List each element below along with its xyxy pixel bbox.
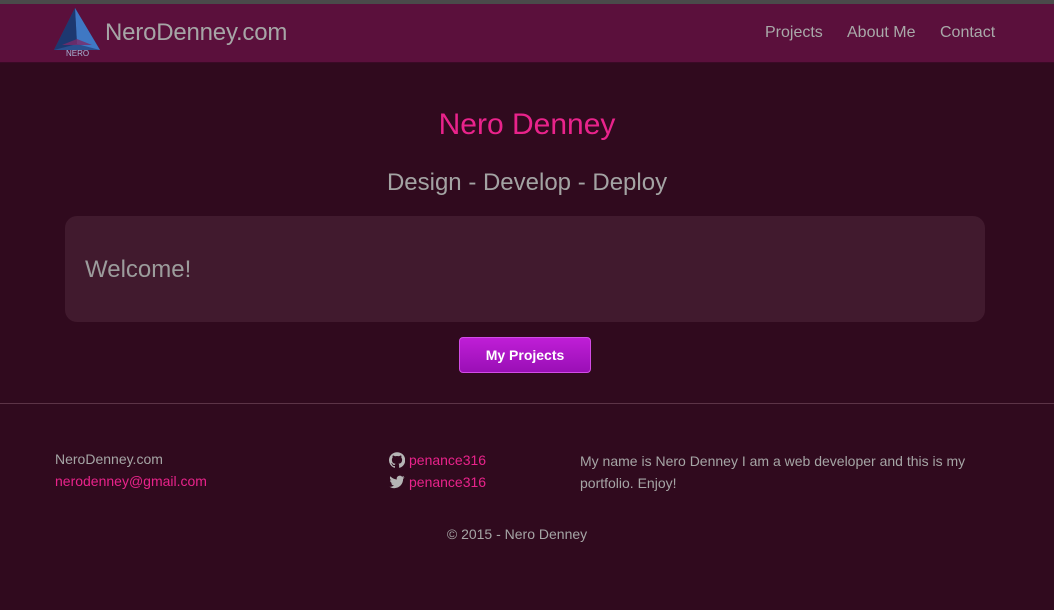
copyright: © 2015 - Nero Denney: [446, 526, 588, 542]
twitter-username[interactable]: penance316: [409, 474, 486, 490]
nav-projects[interactable]: Projects: [765, 24, 823, 42]
brand-name: NeroDenney.com: [105, 19, 288, 46]
nav-contact[interactable]: Contact: [940, 24, 995, 42]
my-projects-button[interactable]: My Projects: [459, 337, 591, 373]
github-icon: [389, 452, 405, 468]
welcome-text: Welcome!: [85, 256, 192, 283]
footer-site-name: NeroDenney.com: [55, 451, 163, 467]
nero-logo-icon: NERO: [54, 8, 100, 58]
about-text: My name is Nero Denney I am a web develo…: [580, 453, 966, 491]
github-link-row[interactable]: penance316: [389, 452, 486, 468]
github-username[interactable]: penance316: [409, 452, 486, 468]
navbar: NERO NeroDenney.com Projects About Me Co…: [0, 4, 1054, 63]
page-title: Nero Denney: [438, 108, 616, 141]
tagline: Design - Develop - Deploy: [386, 169, 668, 196]
twitter-link-row[interactable]: penance316: [389, 474, 486, 490]
logo-text: NERO: [66, 49, 89, 58]
nav-about-me[interactable]: About Me: [847, 24, 915, 42]
twitter-icon: [389, 475, 405, 489]
footer-email-link[interactable]: nerodenney@gmail.com: [55, 473, 207, 489]
welcome-panel: Welcome!: [65, 216, 985, 322]
footer-divider: [0, 403, 1054, 404]
